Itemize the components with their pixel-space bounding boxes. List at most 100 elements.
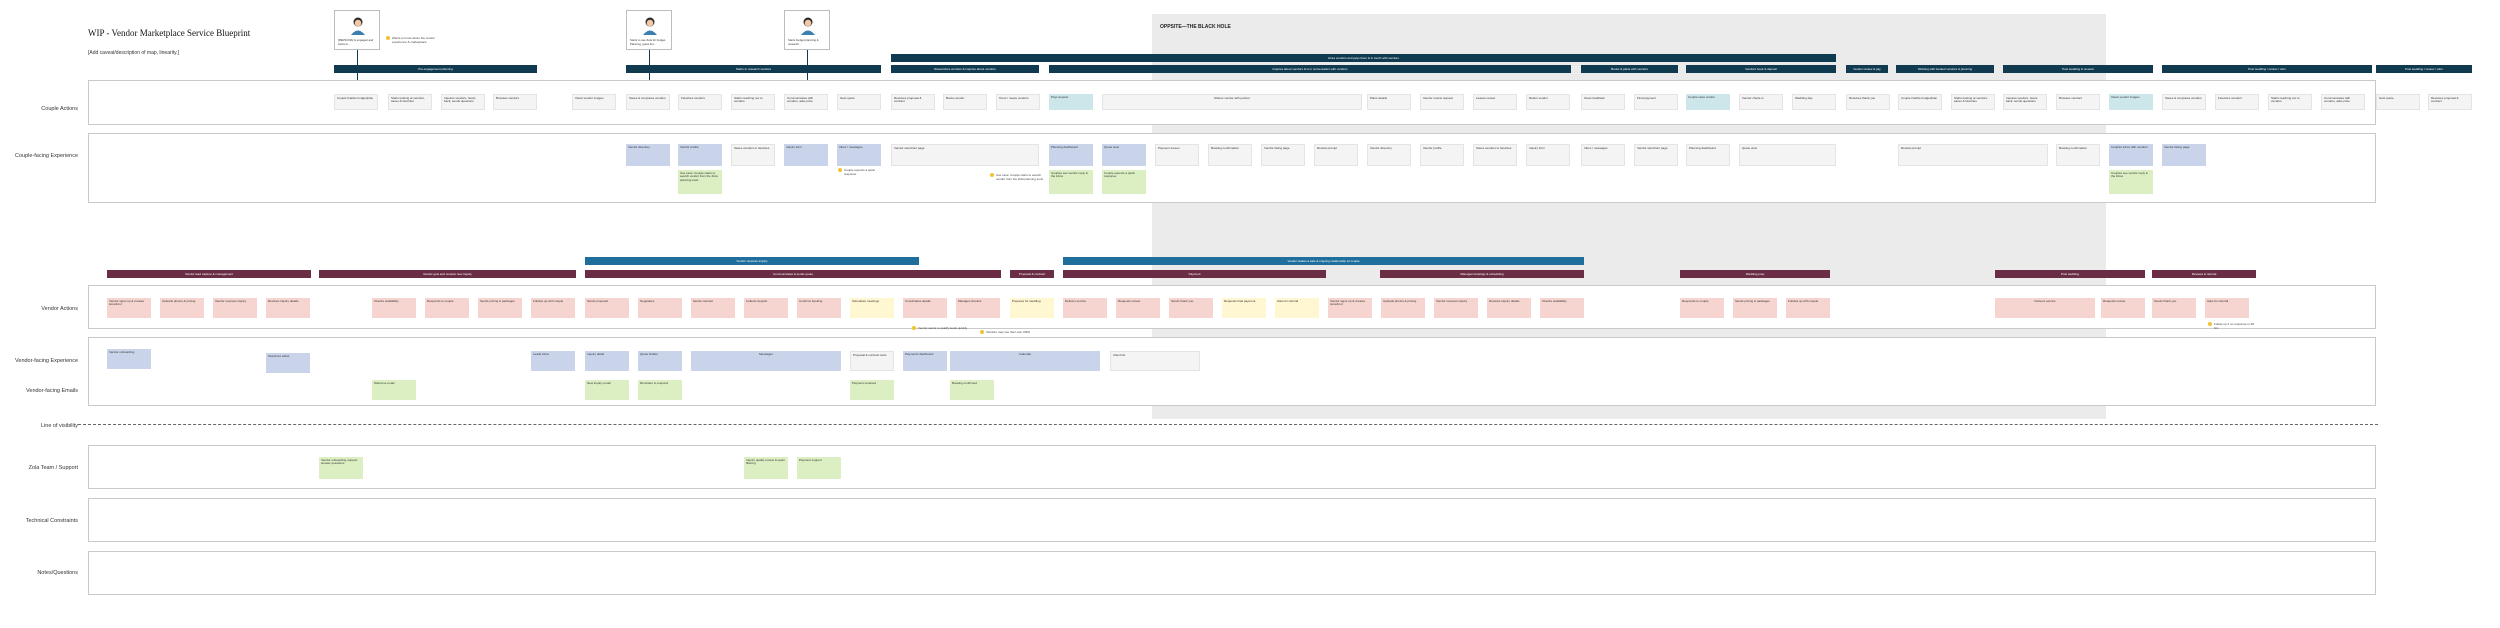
vendor-action-card[interactable]: Sends contract [691,298,735,318]
vendor-experience-card[interactable]: Leads inbox [531,351,575,371]
persona-card[interactable]: Starts to use Zola for budget. Planning,… [626,10,672,50]
couple-action-card[interactable]: Vendor review request [1420,94,1464,110]
vendor-action-card[interactable]: Sends proposal [585,298,629,318]
couple-experience-card[interactable]: Vendor listing page [2162,144,2206,166]
couple-experience-card[interactable]: Booking confirmation [1208,144,1252,166]
vendor-action-card[interactable]: Checks availability [372,298,416,318]
vendor-action-card[interactable]: Uploads photos & pricing [1381,298,1425,318]
couple-action-card[interactable]: Communicates with vendors, asks price [784,94,828,110]
couple-action-card[interactable]: Starts reaching out to vendors [731,94,775,110]
vendor-email-card[interactable]: Payment received [850,380,894,400]
couple-action-card[interactable]: Couple rates vendor [1686,94,1730,110]
couple-experience-card[interactable]: Vendor profile [678,144,722,166]
vendor-action-card[interactable]: Vendor receives inquiry [213,298,257,318]
zola-support-card[interactable]: Inquiry quality review & spam filtering [744,457,788,479]
couple-action-card[interactable]: Receives proposal & contract [2428,94,2472,110]
vendor-action-card[interactable]: Collects deposit [744,298,788,318]
couple-action-card[interactable]: Couple finalize budget/plan [1898,94,1942,110]
couple-experience-card[interactable]: Booking confirmation [2056,144,2100,166]
couple-action-card[interactable]: Views vendor images [572,94,616,110]
couple-action-card[interactable]: Receives proposal & contract [891,94,935,110]
couple-experience-card[interactable]: Quote view [1739,144,1836,166]
vendor-experience-card[interactable]: Calendar [950,351,1100,371]
vendor-experience-card[interactable]: Quote builder [638,351,682,371]
vendor-action-card[interactable]: Negotiates [638,298,682,318]
vendor-action-card[interactable]: Follows up with couple [1786,298,1830,318]
couple-experience-card[interactable]: Saves vendors to favorites [1473,144,1517,166]
vendor-action-card[interactable]: Vendor signs up & creates storefront [107,298,151,318]
couple-experience-note-card[interactable]: Couple expects a quick response [1102,170,1146,194]
vendor-action-card[interactable]: Delivers service [1995,298,2095,318]
couple-experience-card[interactable]: Planning dashboard [1686,144,1730,166]
couple-action-card[interactable]: Plans details [1367,94,1411,110]
couple-action-card[interactable]: Communicates with vendors, asks price [2321,94,2365,110]
couple-experience-card[interactable]: Vendor storefront page [891,144,1039,166]
couple-action-card[interactable]: Couple finalize budget/plan [334,94,378,110]
couple-action-card[interactable]: Gets quote [2376,94,2420,110]
vendor-action-card[interactable]: Sends pricing & packages [478,298,522,318]
vendor-action-card[interactable]: Requests final payment [1222,298,1266,318]
couple-action-card[interactable]: Tours / meets vendors [996,94,1040,110]
couple-experience-card[interactable]: Planning dashboard [1049,144,1093,166]
couple-action-card[interactable]: Wedding day [1792,94,1836,110]
couple-action-card[interactable]: Leaves review [1473,94,1517,110]
couple-action-card[interactable]: Favorites vendors [2215,94,2259,110]
vendor-experience-card[interactable]: Storefront editor [266,353,310,373]
vendor-email-card[interactable]: New inquiry email [585,380,629,400]
vendor-action-card[interactable]: Schedules meetings [850,298,894,318]
couple-experience-card[interactable]: Vendor profile [1420,144,1464,166]
couple-experience-card[interactable]: Vendor directory [1367,144,1411,166]
vendor-action-card[interactable]: Manages timeline [956,298,1000,318]
couple-action-card[interactable]: Pays deposit [1049,94,1093,110]
vendor-action-card[interactable]: Confirms booking [797,298,841,318]
couple-action-card[interactable]: Saves & compares vendors [2162,94,2206,110]
couple-experience-card[interactable]: Vendor storefront page [1634,144,1678,166]
couple-action-card[interactable]: Inquires vendors, hears back, sends ques… [441,94,485,110]
couple-experience-card[interactable]: Inquiry form [784,144,828,166]
vendor-action-card[interactable]: Sends thank you [1169,298,1213,318]
zola-support-card[interactable]: Payment support [797,457,841,479]
couple-experience-card[interactable]: Inquiry form [1526,144,1570,166]
couple-action-card[interactable]: Shares vendor with partner [1102,94,1362,110]
vendor-action-card[interactable]: Vendor receives inquiry [1434,298,1478,318]
couple-experience-card[interactable]: Vendor directory [626,144,670,166]
couple-experience-card[interactable]: Payment screen [1155,144,1199,166]
couple-action-card[interactable]: Views vendor images [2109,94,2153,110]
vendor-action-card[interactable]: Asks for referral [2205,298,2249,318]
vendor-action-card[interactable]: Requests review [2101,298,2145,318]
vendor-action-card[interactable]: Vendor signs up & creates storefront [1328,298,1372,318]
couple-experience-card[interactable]: Saves vendors to favorites [731,144,775,166]
couple-experience-note-card[interactable]: Use case: Couple starts to search vendor… [678,170,722,194]
vendor-action-card[interactable]: Prepares for wedding [1010,298,1054,318]
couple-experience-note-card[interactable]: Couples see vendor reply in the inbox [2109,170,2153,194]
couple-action-card[interactable]: Receives thank you [1846,94,1890,110]
zola-support-card[interactable]: Vendor onboarding support, answer questi… [319,457,363,479]
vendor-experience-card[interactable]: Proposal & contract tools [850,351,894,371]
couple-experience-card[interactable]: Inbox / messages [837,144,881,166]
couple-action-card[interactable]: Refers vendor [1526,94,1570,110]
couple-action-card[interactable]: Final payment [1634,94,1678,110]
vendor-action-card[interactable]: Delivers service [1063,298,1107,318]
vendor-action-card[interactable]: Requests review [1116,298,1160,318]
vendor-email-card[interactable]: Reminder to respond [638,380,682,400]
couple-experience-card[interactable]: Review prompt [1314,144,1358,166]
vendor-email-card[interactable]: Welcome email [372,380,416,400]
vendor-experience-card[interactable]: Vendor onboarding [107,349,151,369]
couple-action-card[interactable]: Favorites vendors [678,94,722,110]
vendor-action-card[interactable]: Checks availability [1540,298,1584,318]
vendor-experience-card[interactable]: Inquiry detail [585,351,629,371]
vendor-action-card[interactable]: Asks for referral [1275,298,1319,318]
vendor-email-card[interactable]: Booking confirmed [950,380,994,400]
couple-experience-card[interactable]: Review prompt [1898,144,2048,166]
vendor-action-card[interactable]: Coordinates details [903,298,947,318]
couple-action-card[interactable]: Browses vendors [2056,94,2100,110]
vendor-action-card[interactable]: Uploads photos & pricing [160,298,204,318]
vendor-experience-card[interactable]: Payments dashboard [903,351,947,371]
vendor-action-card[interactable]: Reviews inquiry details [266,298,310,318]
vendor-action-card[interactable]: Responds to couple [425,298,469,318]
vendor-action-card[interactable]: Sends thank you [2152,298,2196,318]
vendor-action-card[interactable]: Sends pricing & packages [1733,298,1777,318]
couple-action-card[interactable]: Vendor check-in [1739,94,1783,110]
vendor-experience-card[interactable]: Messages [691,351,841,371]
couple-action-card[interactable]: Browses vendors [493,94,537,110]
